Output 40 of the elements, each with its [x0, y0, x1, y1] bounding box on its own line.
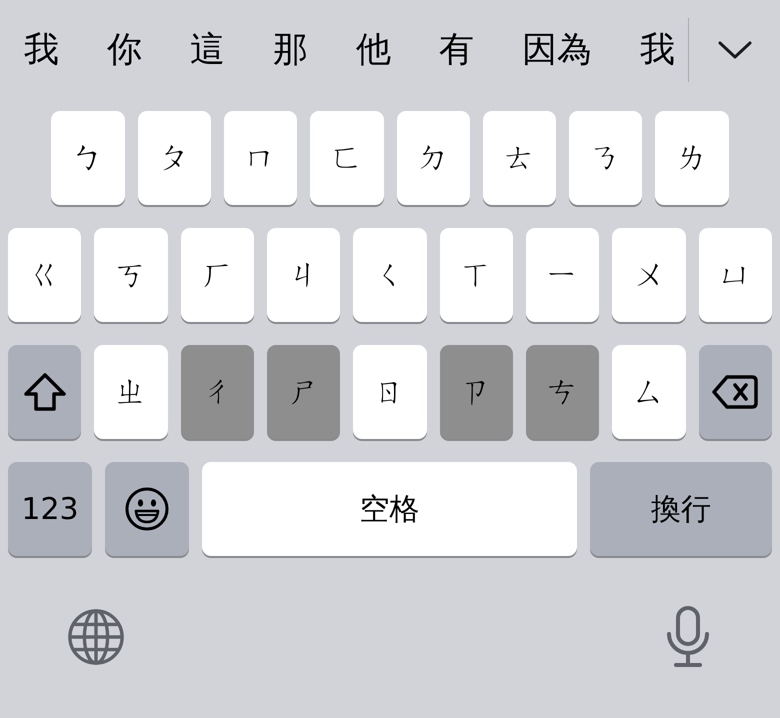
letter-key[interactable]: ㄋ	[569, 111, 642, 205]
candidate-word[interactable]: 我	[0, 28, 83, 72]
letter-key[interactable]: ㄇ	[224, 111, 298, 205]
microphone-icon[interactable]	[665, 606, 711, 668]
space-key[interactable]: 空格	[202, 462, 577, 556]
emoji-key[interactable]	[105, 462, 189, 556]
globe-icon[interactable]	[67, 608, 125, 666]
letter-key[interactable]: ㄐ	[267, 228, 340, 322]
letter-key[interactable]: ㄏ	[180, 228, 254, 322]
candidate-word[interactable]: 我	[616, 28, 699, 72]
candidate-word[interactable]: 他	[332, 28, 415, 72]
letter-key[interactable]: ㄉ	[396, 111, 470, 205]
letter-key[interactable]: ㄓ	[94, 345, 168, 439]
letter-key[interactable]: ㄎ	[94, 228, 168, 322]
letter-key[interactable]: ㄑ	[353, 228, 427, 322]
shift-icon	[22, 372, 67, 412]
candidate-word[interactable]: 因為	[498, 28, 616, 72]
candidate-word[interactable]: 你	[83, 28, 166, 72]
numbers-key[interactable]: 123	[8, 462, 92, 556]
delete-key[interactable]	[698, 345, 772, 439]
letter-key[interactable]: ㄩ	[698, 228, 772, 322]
chevron-down-icon[interactable]	[718, 41, 752, 59]
letter-key[interactable]: ㄆ	[138, 111, 211, 205]
letter-key[interactable]: ㄒ	[440, 228, 513, 322]
letter-key[interactable]: ㄊ	[482, 111, 556, 205]
letter-key[interactable]: ㄨ	[612, 228, 686, 322]
backspace-icon	[711, 374, 760, 410]
letter-key[interactable]: ㄖ	[353, 345, 427, 439]
letter-key[interactable]: ㄍ	[8, 228, 82, 322]
candidate-word[interactable]: 這	[166, 28, 249, 72]
shift-key[interactable]	[8, 345, 82, 439]
letter-key[interactable]: ㄙ	[612, 345, 686, 439]
smiley-icon	[125, 487, 169, 531]
candidate-word[interactable]: 有	[415, 28, 498, 72]
letter-key[interactable]: ㄈ	[310, 111, 384, 205]
candidate-word[interactable]: 那	[249, 28, 332, 72]
letter-key[interactable]: ㄌ	[655, 111, 729, 205]
letter-key[interactable]: ㄧ	[526, 228, 600, 322]
return-key[interactable]: 換行	[590, 462, 772, 556]
letter-key[interactable]: ㄅ	[51, 111, 125, 205]
